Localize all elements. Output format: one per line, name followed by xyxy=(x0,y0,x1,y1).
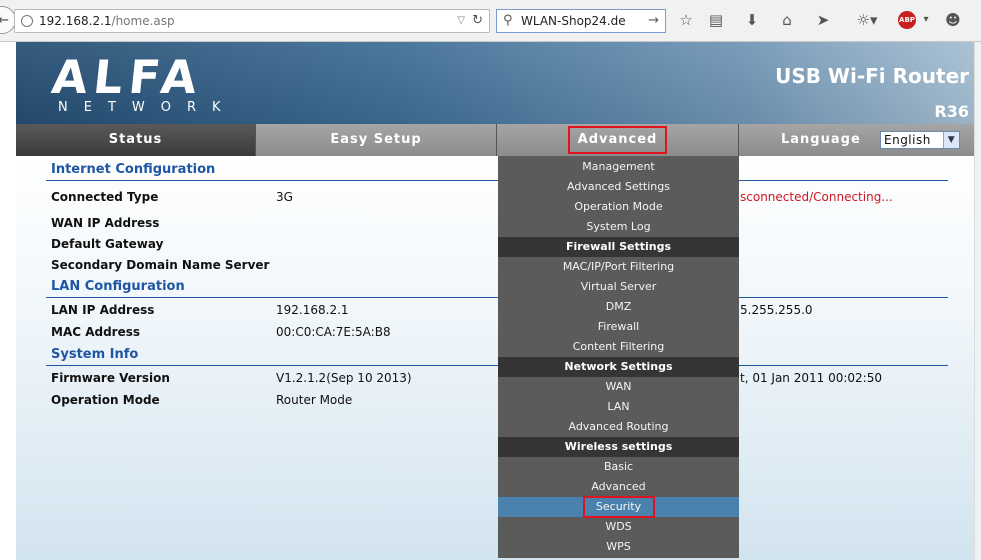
url-path: /home.asp xyxy=(111,14,175,28)
tab-easy-setup-label: Easy Setup xyxy=(330,132,422,147)
menu-item-system-log[interactable]: System Log xyxy=(498,217,739,237)
mac-address-value: 00:C0:CA:7E:5A:B8 xyxy=(276,325,391,339)
menu-item-wps[interactable]: WPS xyxy=(498,537,739,557)
menu-item-dmz[interactable]: DMZ xyxy=(498,297,739,317)
smiley-icon[interactable]: ☻ xyxy=(943,10,963,30)
tab-easy-setup[interactable]: Easy Setup xyxy=(256,124,497,156)
system-time-value: t, 01 Jan 2011 00:02:50 xyxy=(740,371,882,385)
search-icon: ⚲ xyxy=(503,13,513,28)
tab-status[interactable]: Status xyxy=(16,124,256,156)
extension-icon[interactable]: ☼▾ xyxy=(852,10,882,30)
url-history-dropdown-icon[interactable]: ▽ xyxy=(457,10,465,32)
menu-item-mac-ip-port-filtering[interactable]: MAC/IP/Port Filtering xyxy=(498,257,739,277)
abp-label: ABP xyxy=(899,16,915,24)
default-gateway-label: Default Gateway xyxy=(51,237,164,251)
firmware-version-value: V1.2.1.2(Sep 10 2013) xyxy=(276,371,412,385)
menu-item-operation-mode[interactable]: Operation Mode xyxy=(498,197,739,217)
menu-item-firewall[interactable]: Firewall xyxy=(498,317,739,337)
connected-type-value: 3G xyxy=(276,190,293,204)
language-value: English xyxy=(884,133,931,147)
connected-type-label: Connected Type xyxy=(51,190,159,204)
globe-icon xyxy=(21,15,33,27)
menu-group-wireless-settings: Wireless settings xyxy=(498,437,739,457)
menu-item-label: Security xyxy=(582,496,655,518)
subnet-mask-value: 5.255.255.0 xyxy=(740,303,813,317)
menu-group-firewall-settings: Firewall Settings xyxy=(498,237,739,257)
menu-item-virtual-server[interactable]: Virtual Server xyxy=(498,277,739,297)
download-icon[interactable]: ⬇ xyxy=(742,10,762,30)
section-title-internet: Internet Configuration xyxy=(51,162,216,177)
reading-list-icon[interactable]: ▤ xyxy=(706,10,726,30)
menu-item-advanced[interactable]: Advanced xyxy=(498,477,739,497)
browser-toolbar: ← 192.168.2.1/home.asp ▽ ↻ ⚲ WLAN-Shop24… xyxy=(0,0,981,42)
menu-item-management[interactable]: Management xyxy=(498,157,739,177)
chevron-down-icon[interactable]: ▼ xyxy=(943,132,959,148)
menu-group-network-settings: Network Settings xyxy=(498,357,739,377)
address-bar[interactable]: 192.168.2.1/home.asp ▽ ↻ xyxy=(14,9,490,33)
search-go-icon[interactable]: → xyxy=(648,10,659,32)
send-icon[interactable]: ➤ xyxy=(813,10,833,30)
menu-item-content-filtering[interactable]: Content Filtering xyxy=(498,337,739,357)
tab-advanced[interactable]: Advanced xyxy=(497,124,739,156)
scrollbar[interactable] xyxy=(974,42,981,560)
page-header: ALFA NETWORK USB Wi-Fi Router R36 xyxy=(16,42,981,124)
mac-address-label: MAC Address xyxy=(51,325,141,339)
firmware-version-label: Firmware Version xyxy=(51,371,170,385)
advanced-dropdown-menu: Management Advanced Settings Operation Mod… xyxy=(498,156,739,558)
tab-advanced-label: Advanced xyxy=(567,126,668,154)
search-value: WLAN-Shop24.de xyxy=(521,14,626,28)
menu-item-advanced-settings[interactable]: Advanced Settings xyxy=(498,177,739,197)
star-icon[interactable]: ☆ xyxy=(676,10,696,30)
menu-item-lan[interactable]: LAN xyxy=(498,397,739,417)
menu-item-basic[interactable]: Basic xyxy=(498,457,739,477)
operation-mode-value: Router Mode xyxy=(276,393,353,407)
section-divider xyxy=(46,297,948,298)
menu-item-advanced-routing[interactable]: Advanced Routing xyxy=(498,417,739,437)
menu-item-security[interactable]: Security xyxy=(498,496,739,518)
back-arrow-icon: ← xyxy=(0,12,9,28)
section-divider xyxy=(46,180,948,181)
language-label: Language xyxy=(781,132,861,147)
menu-item-wan[interactable]: WAN xyxy=(498,377,739,397)
home-icon[interactable]: ⌂ xyxy=(777,10,797,30)
lan-ip-value: 192.168.2.1 xyxy=(276,303,349,317)
model-label: R36 xyxy=(934,102,969,121)
reload-icon[interactable]: ↻ xyxy=(472,10,483,32)
tab-language: Language English ▼ xyxy=(739,124,981,156)
main-nav: Status Easy Setup Advanced Language Engl… xyxy=(16,124,981,156)
wan-ip-label: WAN IP Address xyxy=(51,216,160,230)
product-title: USB Wi-Fi Router xyxy=(775,64,969,88)
operation-mode-label: Operation Mode xyxy=(51,393,160,407)
language-select[interactable]: English ▼ xyxy=(880,131,960,149)
section-title-lan: LAN Configuration xyxy=(51,279,185,294)
adblock-plus-icon[interactable]: ABP xyxy=(898,11,916,29)
menu-item-wds[interactable]: WDS xyxy=(498,517,739,537)
tab-status-label: Status xyxy=(108,132,163,147)
section-title-system: System Info xyxy=(51,347,139,362)
router-page: ALFA NETWORK USB Wi-Fi Router R36 Status… xyxy=(16,42,981,560)
section-divider xyxy=(46,365,948,366)
lan-ip-label: LAN IP Address xyxy=(51,303,155,317)
search-input[interactable]: ⚲ WLAN-Shop24.de → xyxy=(496,9,666,33)
logo: ALFA xyxy=(49,50,206,104)
connection-status: sconnected/Connecting... xyxy=(740,190,893,204)
logo-subtitle: NETWORK xyxy=(58,100,237,115)
url-host: 192.168.2.1 xyxy=(39,14,112,28)
adblock-dropdown-icon[interactable]: ▾ xyxy=(916,10,936,30)
secondary-dns-label: Secondary Domain Name Server xyxy=(51,258,270,272)
